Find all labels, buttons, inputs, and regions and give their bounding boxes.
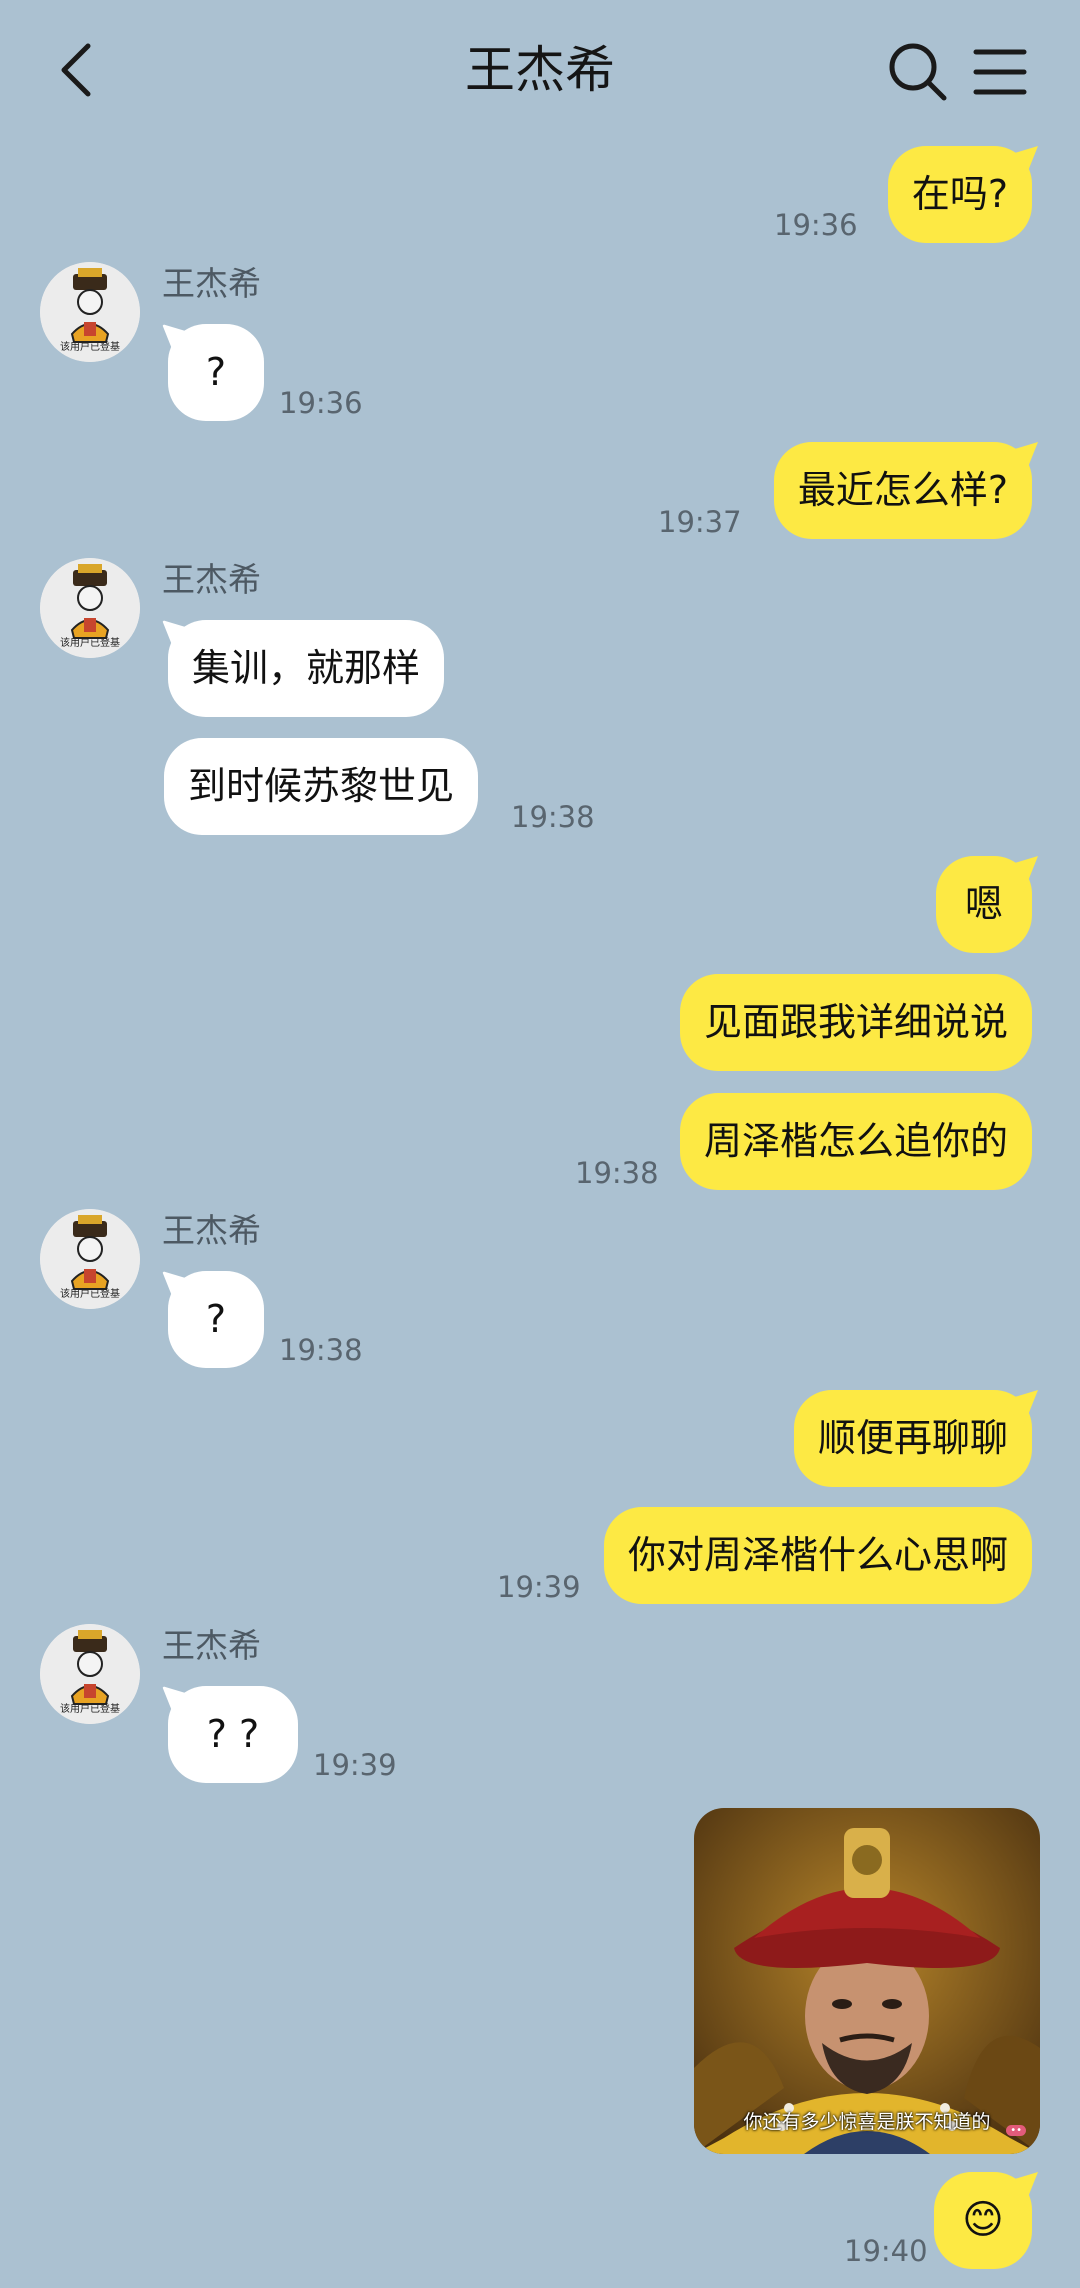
outgoing-message[interactable]: 顺便再聊聊 xyxy=(793,1390,1032,1487)
outgoing-message[interactable]: 你对周泽楷什么心思啊 xyxy=(603,1507,1032,1604)
outgoing-message[interactable]: 在吗? xyxy=(887,146,1032,243)
message-time: 19:36 xyxy=(774,208,858,242)
outgoing-message[interactable]: 周泽楷怎么追你的 xyxy=(679,1093,1032,1190)
incoming-message[interactable]: ? ? xyxy=(168,1686,298,1783)
menu-icon[interactable] xyxy=(970,44,1030,100)
watermark-badge: •• xyxy=(1006,2125,1026,2136)
avatar-caption: 该用户已登基 xyxy=(60,1289,120,1300)
incoming-message[interactable]: ? xyxy=(168,324,264,421)
message-time: 19:39 xyxy=(313,1748,397,1782)
incoming-message[interactable]: 到时候苏黎世见 xyxy=(164,738,479,835)
outgoing-message[interactable]: 见面跟我详细说说 xyxy=(679,974,1032,1071)
sender-name: 王杰希 xyxy=(162,560,261,599)
smiling-face-icon: 😊 xyxy=(962,2197,1004,2243)
incoming-message[interactable]: ? xyxy=(168,1271,264,1368)
avatar-caption: 该用户已登基 xyxy=(60,1704,120,1715)
sender-name: 王杰希 xyxy=(162,1626,261,1665)
avatar[interactable]: 该用户已登基 xyxy=(40,1624,140,1724)
avatar-caption: 该用户已登基 xyxy=(60,342,120,353)
emperor-photo xyxy=(694,1808,1040,2154)
sender-name: 王杰希 xyxy=(162,264,261,303)
message-time: 19:38 xyxy=(575,1156,659,1190)
incoming-message[interactable]: 集训，就那样 xyxy=(168,620,445,717)
emoji-message[interactable]: 😊 xyxy=(934,2172,1032,2269)
avatar[interactable]: 该用户已登基 xyxy=(40,262,140,362)
sender-name: 王杰希 xyxy=(162,1211,261,1250)
search-icon[interactable] xyxy=(886,40,950,104)
avatar[interactable]: 该用户已登基 xyxy=(40,1209,140,1309)
avatar-caption: 该用户已登基 xyxy=(60,638,120,649)
image-caption: 你还有多少惊喜是朕不知道的 xyxy=(743,2111,991,2133)
avatar[interactable]: 该用户已登基 xyxy=(40,558,140,658)
outgoing-message[interactable]: 嗯 xyxy=(936,856,1032,953)
message-time: 19:37 xyxy=(658,505,742,539)
message-time: 19:39 xyxy=(497,1570,581,1604)
message-time: 19:36 xyxy=(279,386,363,420)
image-message[interactable]: 你还有多少惊喜是朕不知道的 •• xyxy=(694,1808,1040,2154)
top-bar: 王杰希 xyxy=(0,0,1080,140)
message-time: 19:38 xyxy=(511,800,595,834)
message-time: 19:38 xyxy=(279,1333,363,1367)
outgoing-message[interactable]: 最近怎么样? xyxy=(773,442,1032,539)
message-time: 19:40 xyxy=(844,2234,928,2268)
